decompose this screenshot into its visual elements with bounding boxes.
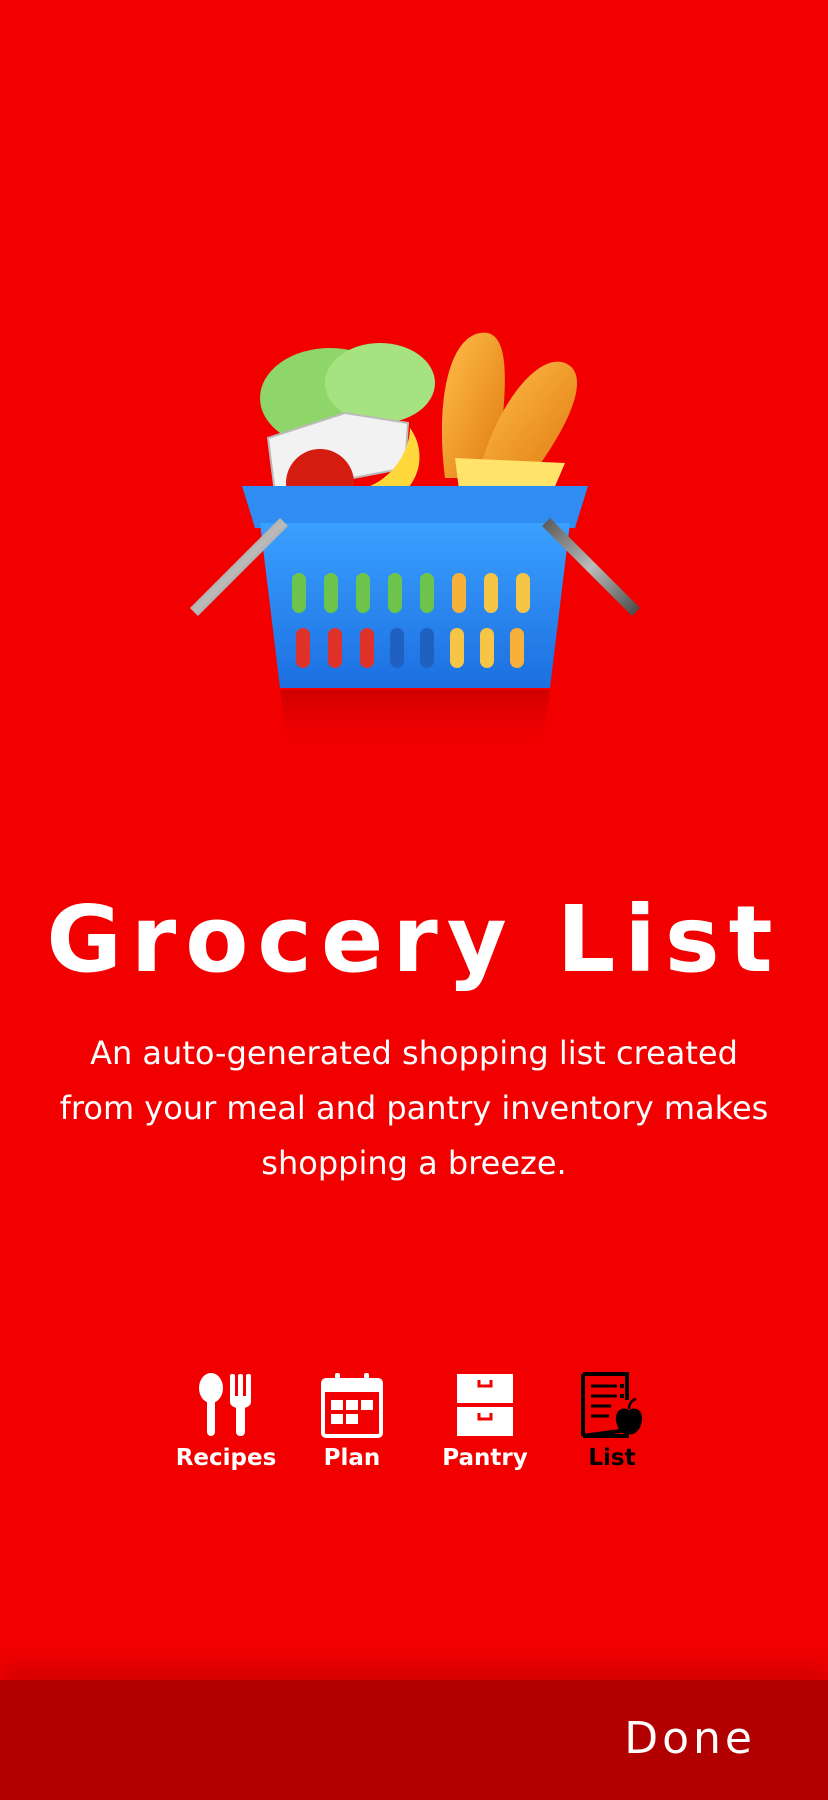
feature-label-recipes: Recipes	[175, 1445, 277, 1471]
feature-label-plan: Plan	[323, 1445, 381, 1471]
spoon-fork-icon	[199, 1373, 251, 1436]
page-title: Grocery List	[46, 886, 782, 993]
feature-item-list: List	[547, 1372, 677, 1472]
feature-label-pantry: Pantry	[442, 1445, 528, 1471]
feature-item-plan: Plan	[287, 1372, 417, 1472]
grocery-basket-illustration	[190, 332, 640, 758]
feature-item-pantry: Pantry	[420, 1372, 550, 1472]
list-apple-icon	[581, 1372, 643, 1438]
drawers-icon	[457, 1374, 513, 1436]
feature-label-list: List	[588, 1445, 636, 1471]
feature-icon-row: Recipes Plan Pantry List	[0, 1372, 828, 1482]
done-button[interactable]: Done	[624, 1708, 756, 1768]
feature-description: An auto-generated shopping list created …	[59, 1034, 769, 1182]
feature-item-recipes: Recipes	[161, 1372, 291, 1472]
onboarding-screen: Grocery List An auto-generated shopping …	[0, 0, 828, 1800]
calendar-icon	[321, 1373, 383, 1438]
